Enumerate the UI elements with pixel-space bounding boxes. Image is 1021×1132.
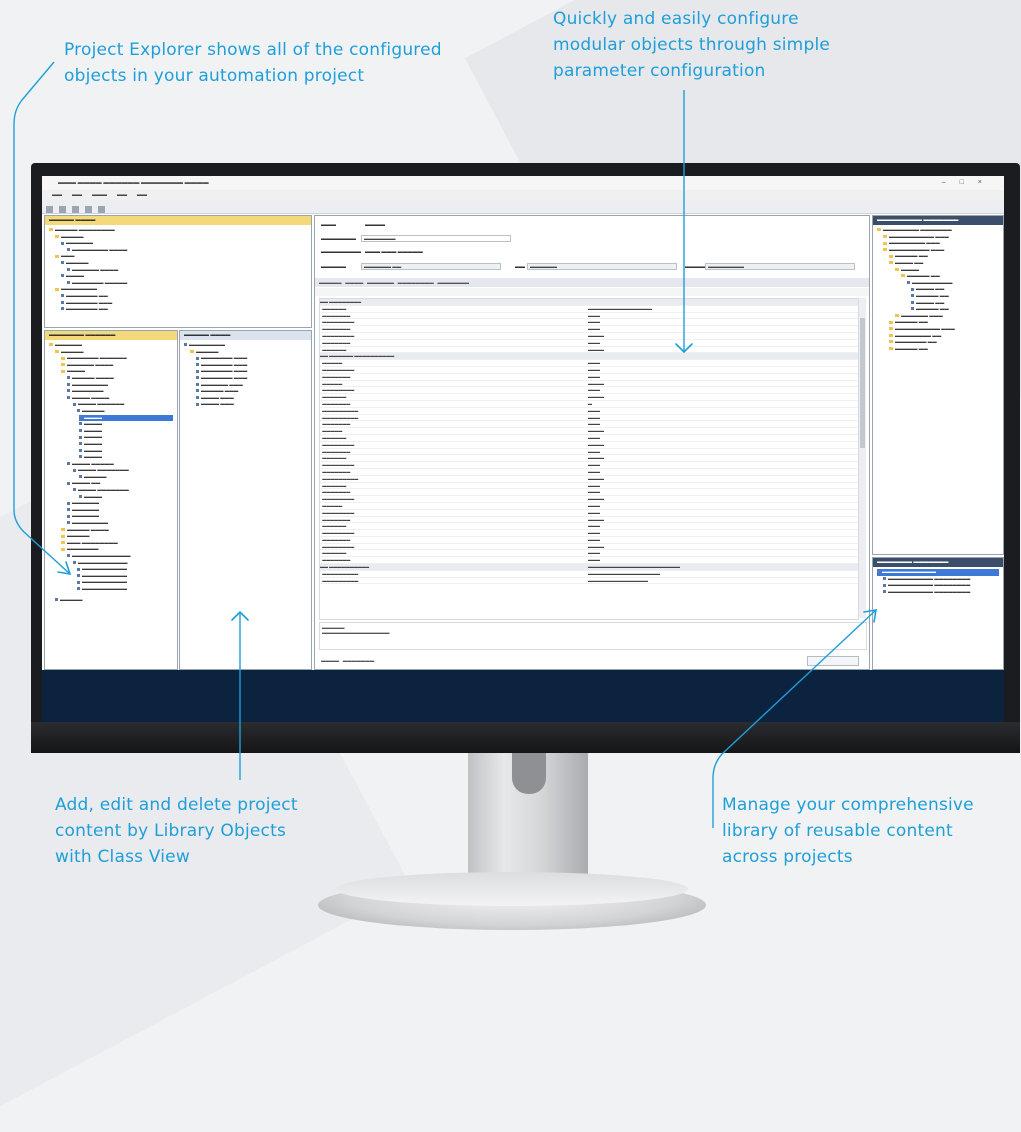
connector-project-explorer [13, 61, 71, 575]
callout-connectors [13, 61, 877, 828]
connector-library [712, 609, 877, 828]
